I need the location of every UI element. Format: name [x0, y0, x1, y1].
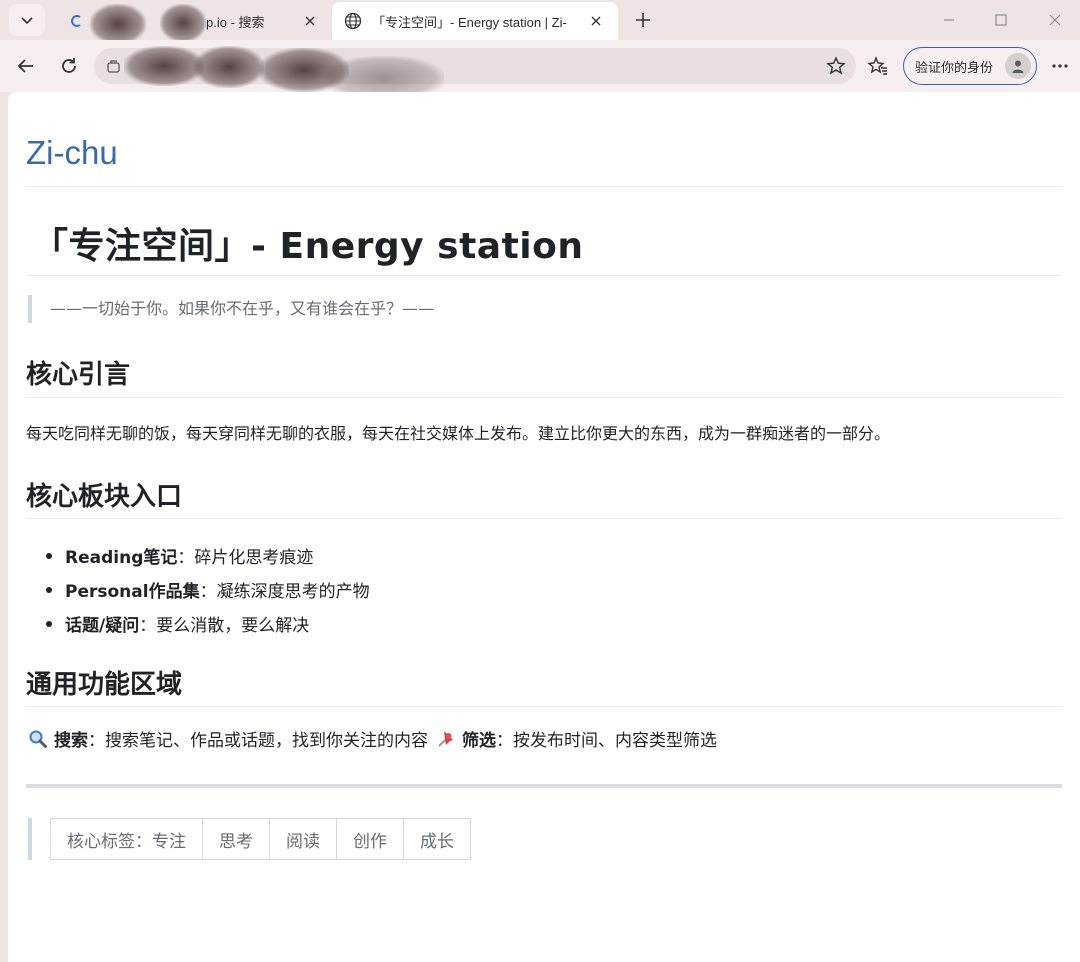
site-title-link[interactable]: Zi-chu [26, 134, 118, 172]
site-info-icon[interactable] [106, 58, 122, 78]
redaction-mark [124, 46, 204, 86]
heading-modules: 核心板块入口 [26, 482, 183, 512]
search-desc: ：搜索笔记、作品或话题，找到你关注的内容 [88, 731, 428, 751]
user-icon [1012, 60, 1024, 73]
new-tab-button[interactable] [628, 6, 658, 34]
divider [26, 186, 1062, 187]
browser-toolbar: 验证你的身份 [0, 40, 1080, 100]
modules-list: Reading笔记 ：碎片化思考痕迹 Personal作品集 ：凝练深度思考的产物 … [44, 538, 370, 640]
close-icon[interactable] [584, 9, 608, 33]
list-item: Personal作品集 ：凝练深度思考的产物 [44, 572, 370, 606]
module-name: 话题/疑问 [65, 615, 140, 636]
chevron-down-icon [21, 17, 33, 25]
module-desc: ：碎片化思考痕迹 [177, 547, 314, 568]
avatar [1005, 53, 1031, 79]
module-desc: ：凝练深度思考的产物 [199, 581, 370, 602]
reload-button[interactable] [53, 50, 85, 82]
minimize-icon [944, 19, 954, 21]
pushpin-icon [436, 729, 456, 749]
module-name: Reading笔记 [65, 547, 178, 568]
search-favicon-icon [68, 12, 86, 30]
more-menu-button[interactable] [1044, 50, 1076, 82]
divider [26, 706, 1062, 707]
tab-list-button[interactable] [9, 4, 45, 36]
arrow-left-icon [17, 59, 33, 73]
more-icon [1052, 64, 1068, 68]
divider [26, 784, 1062, 788]
close-window-button[interactable] [1032, 4, 1078, 36]
tag-cell: 创作 [337, 819, 404, 859]
page-title: 「专注空间」- Energy station [32, 226, 584, 267]
functions-row: 搜索 ：搜索笔记、作品或话题，找到你关注的内容 筛选 ：按发布时间、内容类型筛选 [28, 726, 717, 751]
close-icon [1049, 14, 1061, 26]
verify-identity-button[interactable]: 验证你的身份 [903, 47, 1037, 85]
redaction-mark [194, 46, 264, 88]
module-name: Personal作品集 [65, 581, 200, 602]
plus-icon [636, 13, 650, 27]
favorites-button[interactable] [862, 50, 894, 82]
maximize-icon [995, 14, 1007, 26]
verify-label: 验证你的身份 [915, 60, 994, 76]
reload-icon [62, 58, 76, 73]
back-button[interactable] [10, 50, 42, 82]
heading-core-quote: 核心引言 [26, 360, 131, 390]
intro-quote: ——一切始于你。如果你不在乎，又有谁会在乎？—— [28, 295, 434, 323]
tags-table: 核心标签：专注 思考 阅读 创作 成长 [50, 818, 471, 860]
divider [26, 518, 1062, 519]
heading-functions: 通用功能区域 [26, 670, 183, 700]
tab-energy-station[interactable]: 「专注空间」- Energy station | Zi- [332, 2, 618, 40]
intro-quote-text: ——一切始于你。如果你不在乎，又有谁会在乎？—— [50, 299, 435, 318]
redaction-mark [160, 4, 206, 42]
redaction-mark [90, 4, 146, 44]
tag-cell: 思考 [203, 819, 270, 859]
core-quote-paragraph: 每天吃同样无聊的饭，每天穿同样无聊的衣服，每天在社交媒体上发布。建立比你更大的东… [26, 424, 891, 443]
maximize-button[interactable] [978, 4, 1024, 36]
tab-search[interactable]: p.io - 搜索 [56, 2, 332, 44]
filter-desc: ：按发布时间、内容类型筛选 [496, 731, 717, 751]
search-label: 搜索 [54, 731, 88, 751]
list-item: 话题/疑问 ：要么消散，要么解决 [44, 606, 370, 640]
filter-label: 筛选 [462, 731, 496, 751]
module-desc: ：要么消散，要么解决 [139, 615, 310, 636]
star-icon[interactable] [826, 56, 846, 80]
magnifier-icon [28, 729, 48, 749]
divider [26, 397, 1062, 398]
tab-title: 「专注空间」- Energy station | Zi- [372, 14, 567, 30]
list-item: Reading笔记 ：碎片化思考痕迹 [44, 538, 370, 572]
page-viewport: Zi-chu 「专注空间」- Energy station ——一切始于你。如果… [8, 92, 1080, 962]
close-icon[interactable] [298, 9, 322, 33]
divider [26, 275, 1062, 276]
tag-cell: 成长 [420, 831, 454, 852]
address-bar[interactable] [94, 46, 856, 100]
minimize-button[interactable] [926, 4, 972, 36]
globe-icon [344, 12, 362, 30]
tag-cell: 阅读 [270, 819, 337, 859]
tag-cell: 核心标签：专注 [51, 819, 203, 859]
tags-block: 核心标签：专注 思考 阅读 创作 成长 [28, 818, 471, 860]
favorites-icon [867, 56, 887, 75]
tab-strip: p.io - 搜索 「专注空间」- Energy station | Zi- [0, 0, 1080, 44]
